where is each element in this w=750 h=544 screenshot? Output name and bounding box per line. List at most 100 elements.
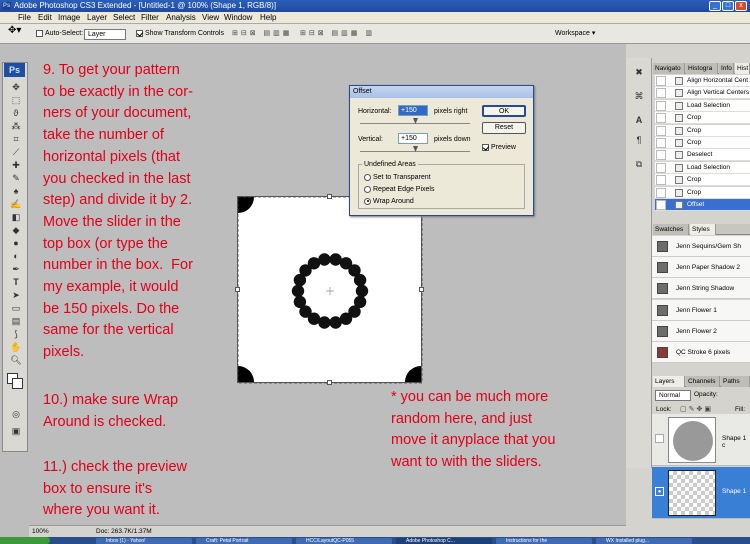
style-item[interactable]: Jenn String Shadow	[652, 278, 750, 300]
type-tool-icon[interactable]: T	[9, 276, 23, 288]
history-item[interactable]: Align Vertical Centers	[655, 87, 750, 100]
taskbar-item[interactable]: Instructions for the	[496, 538, 592, 544]
history-brush-icon[interactable]: ✍	[9, 198, 23, 210]
tab-history[interactable]: Hist	[735, 63, 750, 74]
style-item[interactable]: QC Stroke 6 pixels	[652, 342, 750, 363]
blur-tool-icon[interactable]: ●	[9, 237, 23, 249]
workspace-button[interactable]: Workspace ▾	[555, 29, 595, 39]
taskbar-item[interactable]: Craft: Petal Portrait	[196, 538, 292, 544]
menu-help[interactable]: Help	[260, 13, 276, 23]
preview-checkbox[interactable]: Preview	[482, 143, 516, 152]
clone-stamp-icon[interactable]: ♠	[9, 185, 23, 197]
tab-paths[interactable]: Paths	[721, 376, 750, 387]
blend-mode-select[interactable]: Normal	[655, 390, 691, 401]
history-item[interactable]: Crop	[655, 174, 750, 187]
history-snapshot-box[interactable]	[656, 200, 666, 210]
transform-handle-top[interactable]	[327, 194, 332, 199]
tab-navigator[interactable]: Navigato	[653, 63, 685, 74]
menu-image[interactable]: Image	[58, 13, 80, 23]
history-item[interactable]: Crop	[655, 186, 750, 199]
history-snapshot-box[interactable]	[656, 150, 666, 161]
quick-mask-icon[interactable]: ◎	[9, 408, 23, 420]
dodge-tool-icon[interactable]: ◐	[9, 250, 23, 262]
screen-mode-icon[interactable]: ▣	[9, 425, 23, 437]
history-snapshot-box[interactable]	[656, 88, 666, 99]
taskbar-item[interactable]: Inbox (1) - Yahoo!	[96, 538, 192, 544]
layer-row[interactable]: Shape 1 c	[652, 414, 750, 466]
history-snapshot-box[interactable]	[656, 162, 666, 173]
eyedropper-icon[interactable]: ⟆	[9, 328, 23, 340]
history-item[interactable]: Crop	[655, 112, 750, 125]
history-item[interactable]: Offset	[655, 199, 750, 211]
show-transform-checkbox[interactable]: Show Transform Controls	[136, 29, 224, 39]
move-tool-icon[interactable]: ✥	[9, 81, 23, 93]
distribute-buttons[interactable]: ⊞⊟⊠ ▤▥▦ ▥	[300, 29, 375, 39]
style-item[interactable]: Jenn Flower 2	[652, 320, 750, 342]
move-tool-icon[interactable]: ✥▾	[8, 26, 21, 36]
document-canvas[interactable]	[235, 194, 424, 385]
maximize-button[interactable]: □	[722, 1, 734, 11]
character-icon[interactable]: A	[632, 114, 646, 126]
hand-tool-icon[interactable]: ✋	[9, 341, 23, 353]
layer-comps-icon[interactable]: ⧉	[632, 158, 646, 170]
style-item[interactable]: Jenn Sequins/Gem Sh	[652, 236, 750, 257]
menu-file[interactable]: File	[18, 13, 31, 23]
tab-layers[interactable]: Layers	[653, 376, 685, 387]
layer-row[interactable]: ● Shape 1	[652, 467, 750, 519]
history-item[interactable]: Load Selection	[655, 99, 750, 112]
vertical-input[interactable]: +150	[398, 133, 428, 144]
eraser-tool-icon[interactable]: ◧	[9, 211, 23, 223]
healing-brush-icon[interactable]: ✚	[9, 159, 23, 171]
taskbar-item[interactable]: HCC/LayoutQC-P055	[296, 538, 392, 544]
style-item[interactable]: Jenn Flower 1	[652, 299, 750, 321]
history-item[interactable]: Crop	[655, 137, 750, 149]
path-select-icon[interactable]: ➤	[9, 289, 23, 301]
history-snapshot-box[interactable]	[656, 138, 666, 148]
align-buttons[interactable]: ⊞⊟⊠ ▤▥▦	[232, 29, 292, 39]
history-item[interactable]: Load Selection	[655, 161, 750, 174]
history-snapshot-box[interactable]	[656, 113, 666, 124]
paragraph-icon[interactable]: ¶	[632, 134, 646, 146]
horizontal-slider[interactable]	[360, 123, 470, 124]
transform-handle-bottom[interactable]	[327, 380, 332, 385]
zoom-level[interactable]: 100%	[32, 526, 49, 537]
reset-button[interactable]: Reset	[482, 122, 526, 134]
minimize-button[interactable]: _	[709, 1, 721, 11]
tools-icon[interactable]: ✖	[632, 66, 646, 78]
transform-handle-left[interactable]	[235, 287, 240, 292]
magic-wand-icon[interactable]: ⁂	[9, 120, 23, 132]
menu-window[interactable]: Window	[224, 13, 252, 23]
menu-layer[interactable]: Layer	[87, 13, 107, 23]
eye-icon[interactable]: ●	[655, 487, 664, 496]
crop-tool-icon[interactable]: ⌗	[9, 133, 23, 145]
auto-select-checkbox[interactable]: Auto-Select:	[36, 29, 83, 39]
paint-bucket-icon[interactable]: ◆	[9, 224, 23, 236]
tab-info[interactable]: Info	[719, 63, 734, 74]
layer-visibility-toggle[interactable]	[655, 434, 664, 443]
history-snapshot-box[interactable]	[656, 175, 666, 186]
slice-tool-icon[interactable]: ⟋	[9, 146, 23, 158]
zoom-tool-icon[interactable]: 🔍︎	[9, 354, 23, 366]
repeat-edge-option[interactable]: Repeat Edge Pixels	[364, 185, 434, 194]
tab-histogram[interactable]: Histogra	[686, 63, 718, 74]
menu-filter[interactable]: Filter	[141, 13, 159, 23]
menu-view[interactable]: View	[202, 13, 219, 23]
set-transparent-option[interactable]: Set to Transparent	[364, 173, 431, 182]
doc-size[interactable]: Doc: 263.7K/1.37M	[96, 526, 152, 537]
history-snapshot-box[interactable]	[656, 76, 666, 86]
shape-tool-icon[interactable]: ▭	[9, 302, 23, 314]
brush-tool-icon[interactable]: ✎	[9, 172, 23, 184]
brushes-icon[interactable]: ⌘	[632, 90, 646, 102]
lasso-tool-icon[interactable]: ϑ	[9, 107, 23, 119]
history-item[interactable]: Deselect	[655, 149, 750, 162]
lock-buttons[interactable]: ▢✎✥▣	[680, 405, 713, 413]
horizontal-input[interactable]: +150	[398, 105, 428, 116]
start-button[interactable]	[0, 537, 50, 544]
taskbar-item[interactable]: WX Installed plug...	[596, 538, 692, 544]
history-item[interactable]: Crop	[655, 124, 750, 137]
background-color[interactable]	[12, 378, 23, 389]
menu-analysis[interactable]: Analysis	[166, 13, 196, 23]
tab-styles[interactable]: Styles	[690, 224, 716, 235]
history-item[interactable]: Align Horizontal Cent	[655, 75, 750, 87]
marquee-tool-icon[interactable]: ⬚	[9, 94, 23, 106]
